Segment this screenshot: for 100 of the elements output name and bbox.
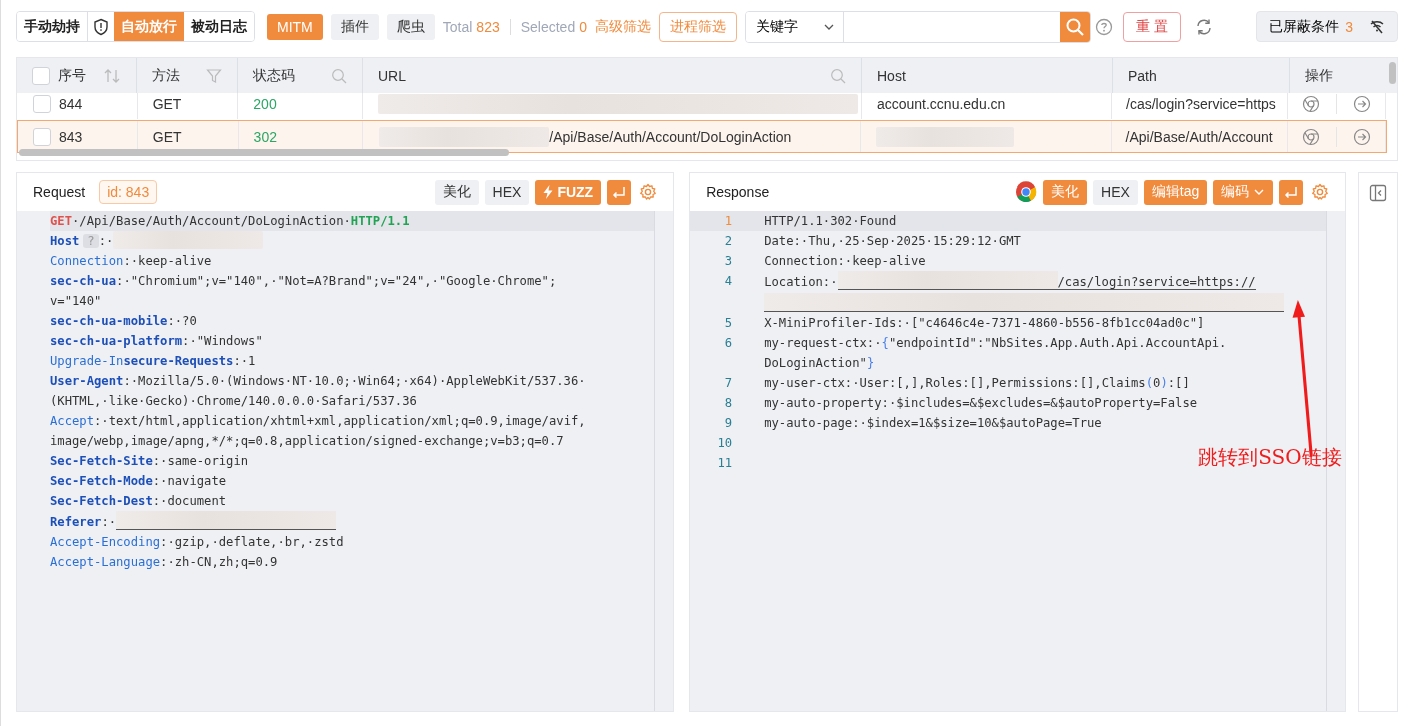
header-name: secure-Requests [123, 354, 234, 368]
header-name: User-Agent [50, 374, 124, 388]
code-text: Location:· [764, 275, 838, 289]
search-icon[interactable] [830, 67, 846, 84]
code-text: DoLoginAction" [764, 356, 867, 370]
header-name: Accept [50, 414, 95, 428]
table-cell: 843 [59, 128, 83, 145]
blocked-conditions-button[interactable]: 已屏蔽条件 3 [1256, 11, 1398, 42]
code-text: Connection:·keep-alive [764, 254, 926, 268]
collapse-panel-icon[interactable] [1369, 184, 1388, 202]
line-number: 3 [723, 253, 733, 270]
header-name: Referer [50, 515, 102, 529]
header-value: :· [98, 234, 114, 248]
hint-badge: ? [83, 234, 99, 248]
line-number: 5 [723, 315, 733, 332]
line-number: 1 [723, 213, 733, 230]
http-version: HTTP/1.1 [350, 214, 410, 228]
row-checkbox[interactable] [33, 94, 51, 113]
line-number: 11 [716, 455, 733, 472]
column-header: 操作 [1305, 66, 1333, 85]
tool-button[interactable]: 爬虫 [386, 13, 435, 40]
code-text: my-request-ctx:· [764, 336, 882, 350]
bracket: ) [1160, 376, 1168, 390]
vertical-scrollbar[interactable] [1389, 62, 1396, 84]
arrow-right-icon[interactable] [1353, 127, 1371, 146]
table-cell: account.ccnu.edu.cn [876, 95, 1006, 112]
column-header: 方法 [152, 66, 180, 85]
browser-logo-icon[interactable] [1015, 181, 1037, 203]
table-cell: 200 [253, 95, 277, 112]
header-value: :· [101, 515, 117, 529]
table-cell: GET [152, 95, 182, 112]
link-text: /cas/login?service=https:// [1057, 275, 1256, 290]
panel-title: Response [706, 184, 770, 200]
header-value: :·same-origin [152, 454, 249, 468]
code-text: my-user-ctx:·User:[,],Roles:[],Permissions:[],Claims [764, 376, 1146, 390]
header-name: Upgrade-In [50, 354, 124, 368]
code-text: HTTP/1.1·302·Found [764, 214, 897, 228]
beautify-button[interactable]: 美化 [434, 179, 479, 205]
code-text: my-auto-page:·$index=1&$size=10&$autoPage=True [764, 416, 1102, 430]
header-value: :·"Windows" [182, 334, 263, 348]
hex-button[interactable]: HEX [1093, 179, 1138, 205]
header-name: Accept-Encoding [50, 535, 161, 549]
table-cell: GET [152, 128, 182, 145]
settings-icon[interactable] [1311, 183, 1330, 201]
line-number: 4 [723, 273, 733, 290]
table-row[interactable]: 843 GET 302 /Api/Base/Auth/Account/DoLoginAction /Api/Base/Auth/Account [17, 120, 1387, 153]
code-text: my-auto-property:·$includes=&$excludes=&$autoProperty=False [764, 396, 1198, 410]
code-text: :[] [1167, 376, 1190, 390]
panel-title: Request [33, 184, 86, 200]
lightning-icon [543, 185, 554, 199]
line-number: 2 [723, 233, 733, 250]
table-cell: /Api/Base/Auth/Account [1125, 128, 1273, 145]
filter-icon[interactable] [206, 67, 222, 84]
refresh-icon[interactable] [1194, 17, 1213, 36]
bracket: ( [1145, 376, 1154, 390]
http-method: GET [50, 214, 72, 228]
horizontal-scrollbar[interactable] [19, 149, 509, 156]
annotation-text: 跳转到SSO链接 [1198, 444, 1342, 471]
wrap-button[interactable] [1279, 179, 1304, 205]
line-number: 7 [723, 375, 733, 392]
table-cell: 844 [59, 95, 83, 112]
tool-button[interactable]: 插件 [330, 13, 379, 40]
reset-button[interactable]: 重 置 [1123, 11, 1181, 42]
table-cell: /cas/login?service=https [1126, 95, 1276, 112]
header-name: Accept-Language [50, 555, 161, 569]
code-text: image/webp,image/apng,*/*;q=0.8,application/signed-exchange;v=b3;q=0.7 [50, 434, 564, 448]
header-value: :·Mozilla/5.0·(Windows·NT·10.0;·Win64;·x64)·AppleWebKit/537.36· [123, 374, 586, 388]
signal-off-icon [1369, 18, 1385, 35]
return-icon [612, 186, 627, 198]
browser-icon[interactable] [1302, 127, 1321, 146]
selected-count: 0 [579, 18, 587, 35]
code-text: X-MiniProfiler-Ids:·["c4646c4e-7371-4860-b556-8fb1cc04ad0c"] [764, 316, 1205, 330]
code-text: Date:·Thu,·25·Sep·2025·15:29:12·GMT [764, 234, 1021, 248]
column-header: Host [877, 67, 906, 84]
header-value: :·keep-alive [123, 254, 212, 268]
header-name: sec-ch-ua [50, 274, 117, 288]
code-text: (KHTML,·like·Gecko)·Chrome/140.0.0.0·Safari/537.36 [50, 394, 417, 408]
table-cell: 302 [253, 128, 277, 145]
table-row[interactable]: 844 GET 200 account.ccnu.edu.cn /cas/login?service=https [17, 93, 1387, 120]
hex-button[interactable]: HEX [484, 179, 530, 205]
header-value: :·gzip,·deflate,·br,·zstd [160, 535, 344, 549]
header-value: :·zh-CN,zh;q=0.9 [160, 555, 278, 569]
browser-icon[interactable] [1302, 94, 1321, 113]
sort-icon[interactable] [103, 67, 121, 84]
row-checkbox[interactable] [33, 127, 51, 146]
header-checkbox[interactable] [32, 66, 50, 85]
header-name: sec-ch-ua-mobile [50, 314, 168, 328]
header-value: ·/Api/Base/Auth/Account/DoLoginAction· [72, 214, 351, 228]
settings-icon[interactable] [639, 183, 658, 201]
total-label: Total [442, 18, 473, 35]
search-icon[interactable] [331, 67, 347, 84]
header-value: :·1 [233, 354, 256, 368]
bracket: } [866, 356, 875, 370]
help-icon[interactable] [1095, 17, 1113, 36]
code-text: 0 [1153, 376, 1161, 390]
table-cell: /Api/Base/Auth/Account/DoLoginAction [549, 128, 792, 145]
arrow-right-icon[interactable] [1353, 94, 1372, 113]
header-value: :·navigate [152, 474, 227, 488]
wrap-button[interactable] [607, 179, 632, 205]
line-number: 9 [723, 415, 733, 432]
